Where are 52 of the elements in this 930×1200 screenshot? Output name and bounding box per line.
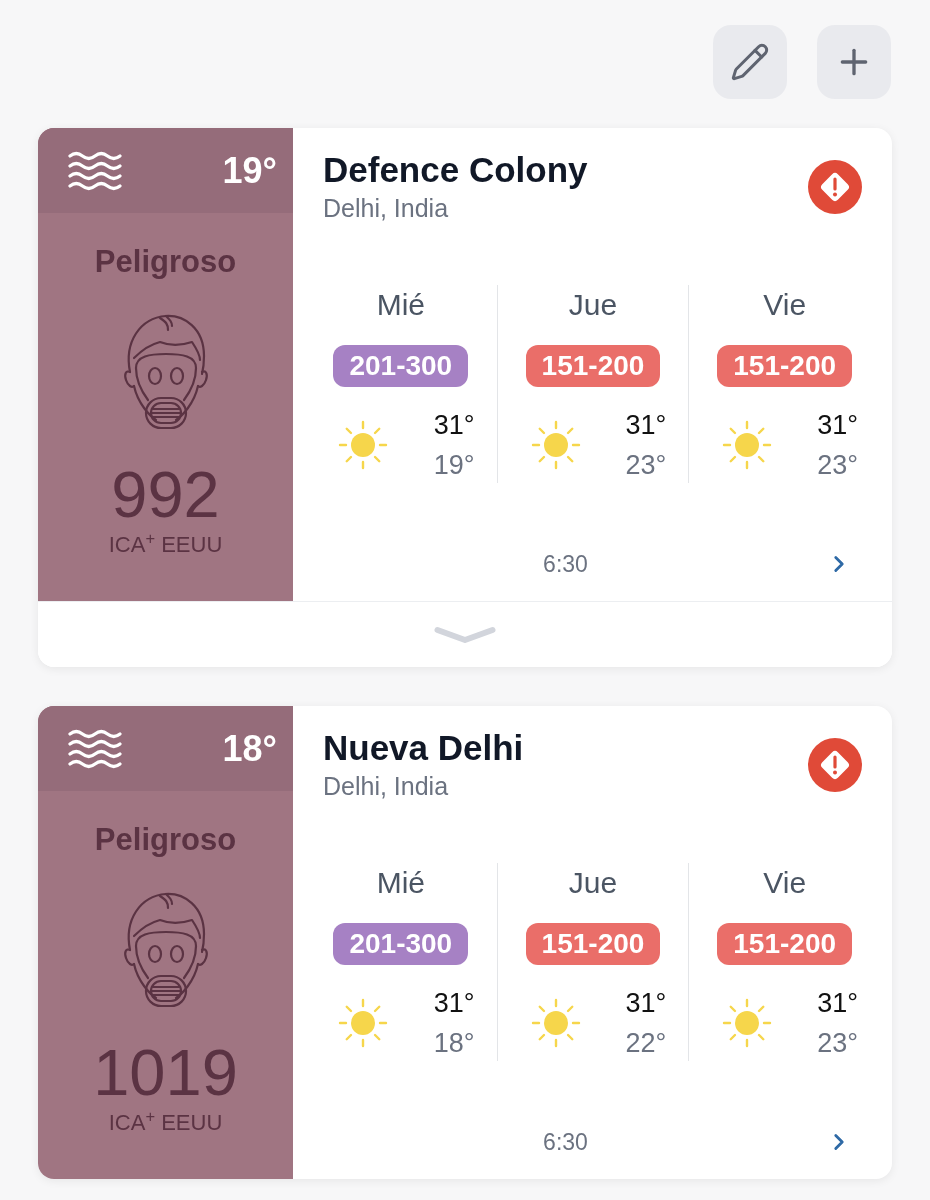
low-temperature: 23° — [625, 449, 667, 482]
alert-icon[interactable] — [808, 160, 862, 214]
day-label: Mié — [376, 865, 425, 901]
aqi-range-badge: 151-200 — [525, 345, 661, 387]
update-time: 6:30 — [543, 1128, 588, 1157]
day-label: Vie — [763, 287, 807, 323]
day-label: Vie — [763, 865, 807, 901]
low-temperature: 22° — [625, 1027, 667, 1060]
aqi-range-badge: 151-200 — [717, 345, 853, 387]
low-temperature: 23° — [817, 449, 858, 482]
update-time: 6:30 — [543, 550, 588, 579]
low-temperature: 19° — [433, 449, 475, 482]
air-quality-index-value: 992 — [111, 460, 220, 530]
sun-icon — [338, 420, 388, 470]
day-label: Mié — [376, 287, 425, 323]
chevron-down-icon — [434, 625, 496, 644]
air-quality-level: Peligroso — [94, 244, 237, 280]
high-temperature: 31° — [817, 409, 858, 442]
sun-icon — [338, 998, 388, 1048]
air-quality-scale-label: ICA$^{+}$ EEUU — [108, 532, 223, 558]
high-temperature: 31° — [817, 987, 858, 1020]
low-temperature: 18° — [433, 1027, 475, 1060]
low-temperature: 23° — [817, 1027, 858, 1060]
location-name: Defence Colony — [323, 150, 588, 190]
sun-icon — [530, 420, 581, 470]
sun-icon — [530, 998, 581, 1048]
aqi-range-badge: 151-200 — [525, 923, 661, 965]
waves-icon — [68, 150, 122, 191]
location-region: Delhi, India — [323, 193, 450, 223]
air-quality-level: Peligroso — [94, 822, 237, 858]
location-name: Nueva Delhi — [323, 728, 524, 768]
add-button[interactable] — [817, 25, 891, 99]
sun-icon — [722, 998, 773, 1048]
high-temperature: 31° — [433, 409, 475, 442]
waves-icon — [68, 728, 122, 769]
air-quality-index-value: 1019 — [93, 1038, 238, 1108]
aqi-range-badge: 151-200 — [717, 923, 853, 965]
high-temperature: 31° — [433, 987, 475, 1020]
air-quality-scale-label: ICA$^{+}$ EEUU — [108, 1110, 223, 1136]
edit-button[interactable] — [713, 25, 787, 99]
high-temperature: 31° — [625, 409, 667, 442]
aqi-range-badge: 201-300 — [333, 345, 469, 387]
day-label: Jue — [568, 287, 618, 323]
high-temperature: 31° — [625, 987, 667, 1020]
pencil-icon — [730, 42, 770, 82]
sun-icon — [722, 420, 773, 470]
day-label: Jue — [568, 865, 618, 901]
aqi-range-badge: 201-300 — [333, 923, 469, 965]
location-region: Delhi, India — [323, 771, 450, 801]
alert-icon[interactable] — [808, 738, 862, 792]
current-temperature: 18° — [222, 728, 277, 769]
current-temperature: 19° — [222, 150, 277, 191]
